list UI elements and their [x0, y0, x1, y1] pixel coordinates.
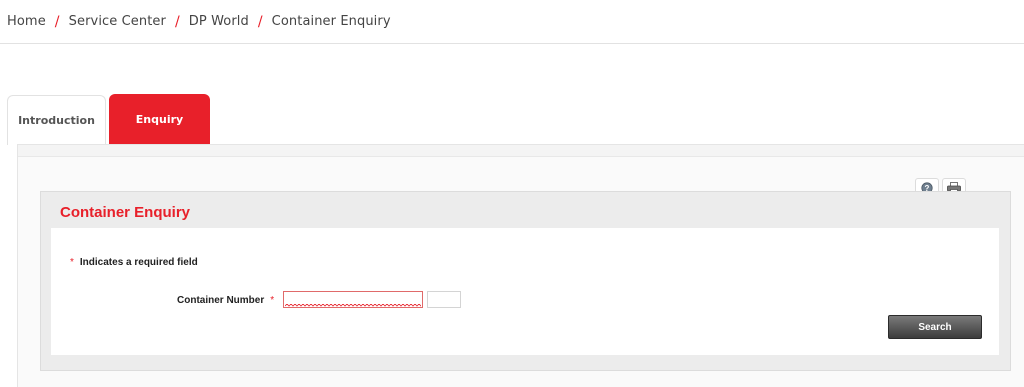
- breadcrumb-home[interactable]: Home: [7, 14, 46, 29]
- breadcrumb-separator: /: [257, 13, 263, 30]
- breadcrumb-separator: /: [174, 13, 180, 30]
- breadcrumb-container-enquiry: Container Enquiry: [271, 14, 391, 29]
- breadcrumb: Home / Service Center / DP World / Conta…: [0, 0, 1024, 44]
- container-number-label-text: Container Number: [177, 295, 265, 306]
- breadcrumb-dp-world[interactable]: DP World: [189, 14, 249, 29]
- container-enquiry-panel: Container Enquiry * Indicates a required …: [40, 191, 1011, 371]
- tab-introduction[interactable]: Introduction: [7, 95, 106, 145]
- breadcrumb-separator: /: [54, 13, 60, 30]
- required-field-note: * Indicates a required field: [70, 257, 198, 268]
- required-note-text: Indicates a required field: [79, 257, 198, 268]
- container-number-label: Container Number *: [177, 295, 274, 306]
- enquiry-form: * Indicates a required field Container Nu…: [51, 228, 999, 355]
- check-digit-input[interactable]: [427, 291, 461, 308]
- required-marker: *: [270, 295, 275, 306]
- spellcheck-underline: [285, 304, 421, 307]
- required-marker: *: [70, 257, 74, 268]
- tab-enquiry[interactable]: Enquiry: [109, 94, 210, 145]
- search-button[interactable]: Search: [888, 315, 982, 339]
- panel-title: Container Enquiry: [60, 204, 191, 221]
- breadcrumb-service-center[interactable]: Service Center: [69, 14, 166, 29]
